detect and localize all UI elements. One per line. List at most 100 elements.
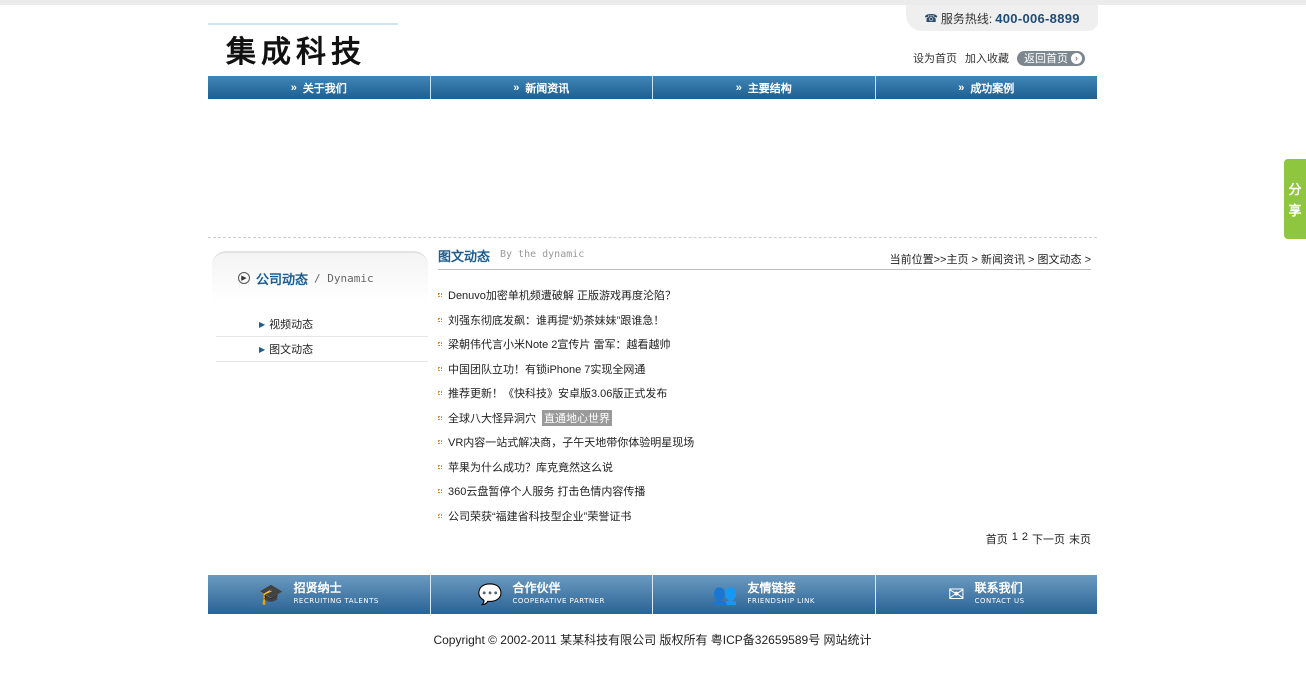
bullet-icon: [438, 317, 442, 322]
news-title: 苹果为什么成功？库克竟然这么说: [448, 461, 613, 474]
list-item[interactable]: VR内容一站式解决商，子午天地带你体验明星现场: [438, 430, 1091, 455]
share-label-2: 享: [1288, 203, 1302, 218]
list-item[interactable]: 推荐更新！《快科技》安卓版3.06版正式发布: [438, 381, 1091, 406]
pager-page-1[interactable]: 1: [1012, 531, 1018, 547]
news-title: Denuvo加密单机频遭破解 正版游戏再度沦陷？: [448, 290, 676, 303]
copyright: Copyright © 2002-2011 某某科技有限公司 版权所有 粤ICP…: [433, 633, 872, 647]
pager-last[interactable]: 末页: [1069, 531, 1091, 547]
bullet-icon: [438, 342, 442, 347]
footer-item-subtitle: COOPERATIVE PARTNER: [512, 596, 605, 605]
nav-item-about[interactable]: » 关于我们: [208, 76, 431, 99]
list-item[interactable]: 刘强东彻底发飙：谁再提“奶茶妹妹”跟谁急！: [438, 308, 1091, 333]
pager-next[interactable]: 下一页: [1032, 531, 1065, 547]
bullet-icon: [438, 513, 442, 518]
news-title: 全球八大怪异洞穴: [448, 412, 536, 425]
content-header: 图文动态 By the dynamic 当前位置>>主页 > 新闻资讯 > 图文…: [438, 244, 1091, 270]
main-nav: » 关于我们 » 新闻资讯 » 主要结构 » 成功案例: [208, 76, 1097, 99]
footer-item-title: 友情链接: [747, 580, 796, 595]
share-label-1: 分: [1288, 182, 1302, 197]
graduate-icon: 🎓: [258, 584, 284, 606]
double-chevron-icon: »: [290, 81, 297, 94]
sidebar-header: ▶ 公司动态 / Dynamic: [212, 251, 428, 303]
news-highlight: 直通地心世界: [542, 409, 612, 426]
news-title: 中国团队立功！有锁iPhone 7实现全网通: [448, 363, 646, 376]
nav-item-label: 主要结构: [747, 82, 792, 95]
bullet-icon: [438, 440, 442, 445]
footer-bar: 🎓 招贤纳士 RECRUITING TALENTS 💬 合作伙伴 COOPERA…: [208, 575, 1097, 614]
footer-item-subtitle: RECRUITING TALENTS: [293, 596, 379, 605]
footer-item-title: 招贤纳士: [293, 580, 342, 595]
triangle-right-icon: ▶: [259, 319, 266, 329]
double-chevron-icon: »: [958, 81, 965, 94]
footer-item-contact[interactable]: ✉ 联系我们 CONTACT US: [875, 575, 1097, 614]
footer-item-title: 联系我们: [974, 580, 1023, 595]
list-item[interactable]: 全球八大怪异洞穴 直通地心世界: [438, 406, 1091, 431]
banner-area: [208, 99, 1097, 237]
chat-icon: 💬: [477, 584, 503, 606]
nav-item-label: 成功案例: [970, 82, 1015, 95]
list-item[interactable]: 苹果为什么成功？库克竟然这么说: [438, 455, 1091, 480]
back-home-label: 返回首页: [1024, 53, 1068, 65]
footer-item-subtitle: FRIENDSHIP LINK: [747, 596, 815, 605]
news-title: 推荐更新！《快科技》安卓版3.06版正式发布: [448, 388, 668, 401]
content-title: 图文动态: [438, 249, 491, 264]
list-item[interactable]: 梁朝伟代言小米Note 2宣传片 雷军：越看越帅: [438, 332, 1091, 357]
list-item[interactable]: Denuvo加密单机频遭破解 正版游戏再度沦陷？: [438, 283, 1091, 308]
nav-item-label: 关于我们: [302, 82, 347, 95]
double-chevron-icon: »: [513, 81, 520, 94]
sidebar-subtitle: / Dynamic: [314, 271, 374, 285]
logo-underline: [208, 23, 398, 25]
play-circle-icon: ▶: [238, 272, 250, 284]
site-logo[interactable]: 集成科技: [226, 27, 366, 71]
sidebar-item-video[interactable]: ▶ 视频动态: [216, 312, 428, 337]
bullet-icon: [438, 366, 442, 371]
arrow-right-icon: ›: [1071, 52, 1082, 64]
breadcrumb[interactable]: 当前位置>>主页 > 新闻资讯 > 图文动态 >: [890, 251, 1091, 267]
content-subtitle: By the dynamic: [500, 249, 585, 260]
sidebar-title: 公司动态: [256, 271, 309, 287]
nav-item-cases[interactable]: » 成功案例: [875, 76, 1097, 99]
sidebar-item-label: 视频动态: [269, 319, 314, 331]
pager-page-2[interactable]: 2: [1022, 531, 1028, 547]
nav-item-news[interactable]: » 新闻资讯: [430, 76, 653, 99]
envelope-icon: ✉: [947, 584, 965, 606]
news-list: Denuvo加密单机频遭破解 正版游戏再度沦陷？ 刘强东彻底发飙：谁再提“奶茶妹…: [438, 283, 1091, 528]
news-title: 公司荣获“福建省科技型企业”荣誉证书: [448, 510, 632, 523]
share-button[interactable]: 分 享: [1284, 159, 1306, 239]
hotline-label: 服务热线:: [940, 11, 993, 26]
pager-first[interactable]: 首页: [986, 531, 1008, 547]
bullet-icon: [438, 391, 442, 396]
list-item[interactable]: 中国团队立功！有锁iPhone 7实现全网通: [438, 357, 1091, 382]
divider: [208, 237, 1097, 238]
list-item[interactable]: 360云盘暂停个人服务 打击色情内容传播: [438, 479, 1091, 504]
nav-item-structure[interactable]: » 主要结构: [653, 76, 876, 99]
hotline-box: ☎ 服务热线: 400-006-8899: [906, 5, 1098, 31]
news-title: 刘强东彻底发飙：谁再提“奶茶妹妹”跟谁急！: [448, 314, 665, 327]
sidebar-list: ▶ 视频动态 ▶ 图文动态: [216, 312, 428, 362]
page-wrapper: ☎ 服务热线: 400-006-8899 集成科技 设为首页 加入收藏 返回首页…: [208, 0, 1098, 696]
news-title: 梁朝伟代言小米Note 2宣传片 雷军：越看越帅: [448, 339, 671, 352]
bullet-icon: [438, 464, 442, 469]
bullet-icon: [438, 415, 442, 420]
sidebar-item-graphic[interactable]: ▶ 图文动态: [216, 337, 428, 362]
footer-item-subtitle: CONTACT US: [974, 596, 1025, 605]
news-title: 360云盘暂停个人服务 打击色情内容传播: [448, 486, 646, 499]
back-home-button[interactable]: 返回首页 ›: [1017, 50, 1085, 66]
news-title: VR内容一站式解决商，子午天地带你体验明星现场: [448, 437, 695, 450]
people-icon: 👥: [712, 584, 738, 606]
set-home-link[interactable]: 设为首页: [913, 50, 957, 66]
bullet-icon: [438, 293, 442, 298]
nav-item-label: 新闻资讯: [525, 82, 570, 95]
bullet-icon: [438, 489, 442, 494]
add-favorite-link[interactable]: 加入收藏: [965, 50, 1009, 66]
footer-item-recruiting[interactable]: 🎓 招贤纳士 RECRUITING TALENTS: [208, 575, 431, 614]
triangle-right-icon: ▶: [259, 344, 266, 354]
phone-icon: ☎: [924, 12, 938, 25]
pagination: 首页 1 2 下一页 末页: [986, 531, 1091, 547]
footer-item-links[interactable]: 👥 友情链接 FRIENDSHIP LINK: [653, 575, 876, 614]
top-links: 设为首页 加入收藏 返回首页 ›: [913, 50, 1085, 66]
list-item[interactable]: 公司荣获“福建省科技型企业”荣誉证书: [438, 504, 1091, 529]
double-chevron-icon: »: [735, 81, 742, 94]
footer-item-title: 合作伙伴: [512, 580, 561, 595]
footer-item-partner[interactable]: 💬 合作伙伴 COOPERATIVE PARTNER: [430, 575, 653, 614]
